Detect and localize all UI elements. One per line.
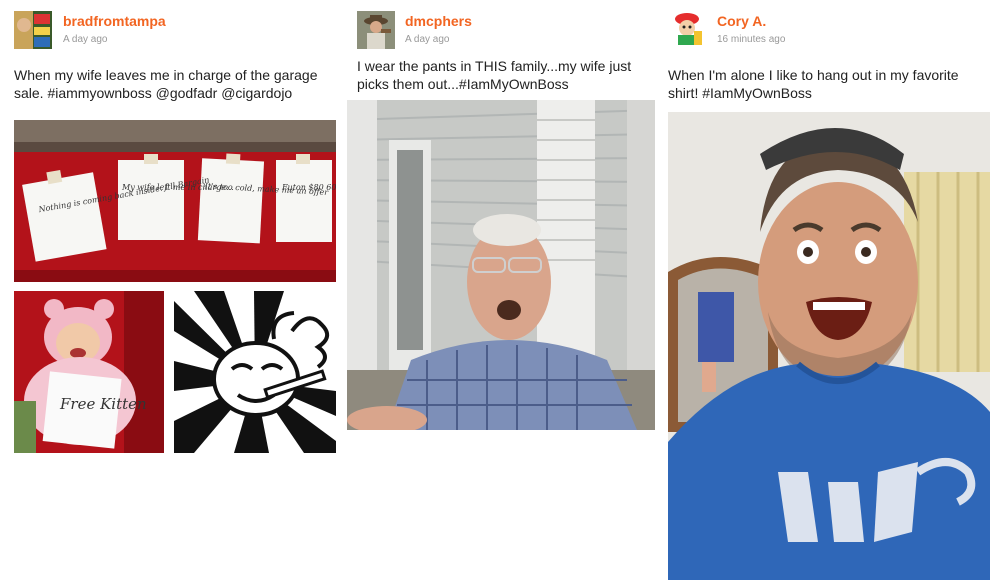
username-link[interactable]: bradfromtampa (63, 13, 166, 29)
post-timestamp: A day ago (405, 34, 450, 45)
post-caption: When my wife leaves me in charge of the … (14, 67, 318, 101)
user-avatar[interactable] (668, 11, 706, 49)
post-header: bradfromtampa A day ago (14, 10, 336, 50)
post-timestamp: A day ago (63, 34, 108, 45)
sign-text-4: Futon $80 60 (281, 183, 336, 192)
garage-sale-photo[interactable]: Nothing is coming back inside. I'll Barg… (14, 120, 336, 282)
kitten-sign-text: Free Kitten (59, 395, 147, 413)
username-link[interactable]: dmcphers (405, 13, 472, 29)
post-header: dmcphers A day ago (347, 10, 655, 50)
post-caption: I wear the pants in THIS family...my wif… (357, 58, 632, 92)
post-bradfromtampa: bradfromtampa A day ago When my wife lea… (14, 0, 336, 453)
cigar-logo-image[interactable] (174, 291, 336, 453)
post-cory-a: Cory A. 16 minutes ago When I'm alone I … (668, 0, 990, 580)
porch-photo[interactable] (347, 100, 655, 430)
post-dmcphers: dmcphers A day ago I wear the pants in T… (347, 0, 655, 430)
post-timestamp: 16 minutes ago (717, 34, 786, 45)
post-caption: When I'm alone I like to hang out in my … (668, 67, 959, 101)
username-link[interactable]: Cory A. (717, 13, 766, 29)
user-avatar[interactable] (357, 11, 395, 49)
post-header: Cory A. 16 minutes ago (668, 10, 990, 50)
free-kitten-photo[interactable]: Free Kitten (14, 291, 164, 453)
selfie-photo[interactable] (668, 112, 990, 580)
user-avatar[interactable] (14, 11, 52, 49)
